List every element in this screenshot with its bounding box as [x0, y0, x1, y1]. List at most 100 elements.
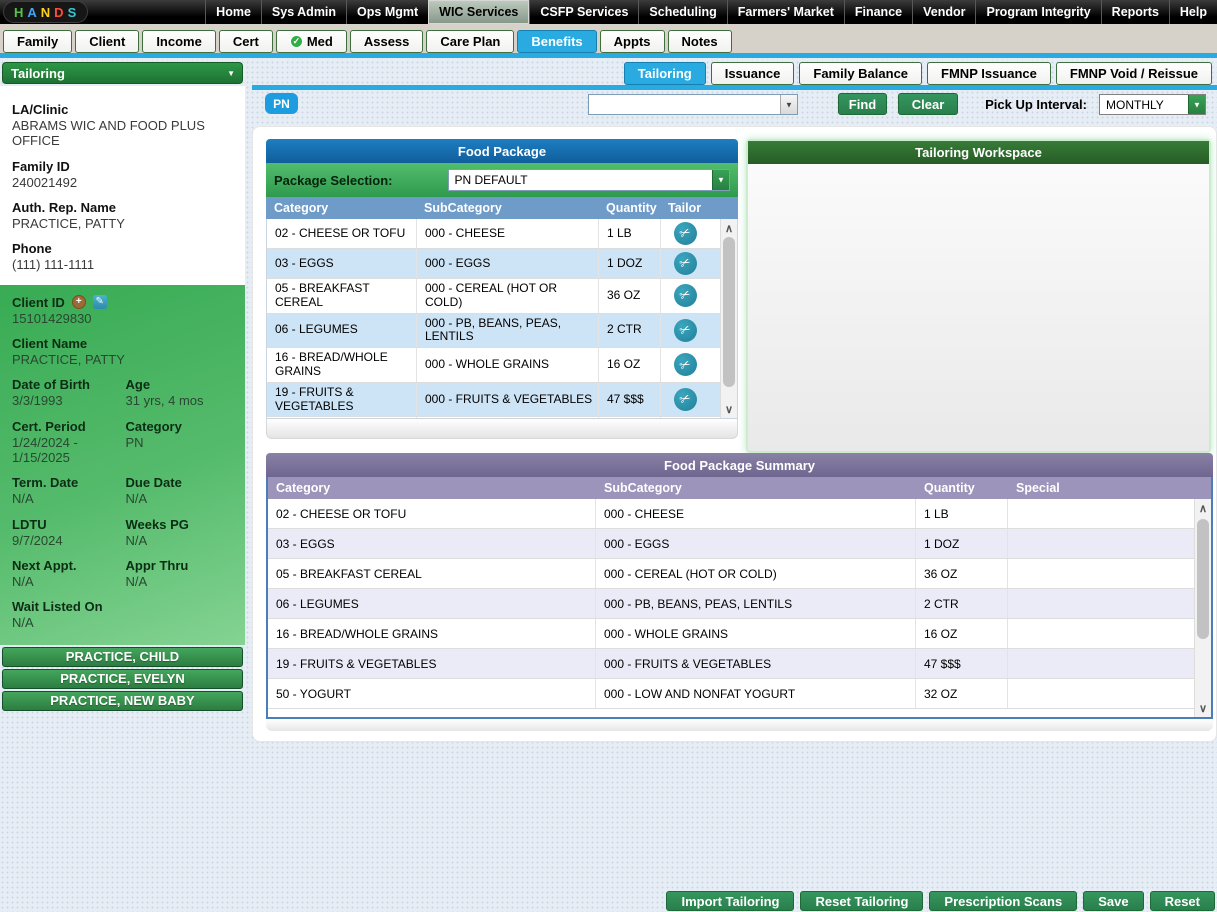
- client-field-label: LDTU: [12, 517, 120, 532]
- client-field: Category PN: [126, 419, 234, 466]
- main-tab-label: Cert: [233, 34, 259, 49]
- main-tab[interactable]: Care Plan: [426, 30, 514, 53]
- food-package-row[interactable]: 16 - BREAD/WHOLE GRAINS 000 - WHOLE GRAI…: [267, 348, 720, 383]
- main-tab[interactable]: Family: [3, 30, 72, 53]
- scroll-up-icon[interactable]: [1195, 500, 1211, 516]
- column-header-subcategory: SubCategory: [596, 481, 916, 495]
- family-member-button[interactable]: PRACTICE, EVELYN: [2, 669, 243, 689]
- med-badge-icon[interactable]: [72, 295, 86, 309]
- top-nav-item[interactable]: Finance: [844, 0, 912, 24]
- footer-action-button[interactable]: Reset Tailoring: [800, 891, 923, 911]
- family-member-button[interactable]: PRACTICE, NEW BABY: [2, 691, 243, 711]
- benefits-tab[interactable]: FMNP Void / Reissue: [1056, 62, 1212, 85]
- client-field-label: Age: [126, 377, 234, 392]
- food-package-row[interactable]: 19 - FRUITS & VEGETABLES 000 - FRUITS & …: [267, 383, 720, 418]
- tailor-scissors-button[interactable]: [674, 284, 697, 307]
- tailor-scissors-button[interactable]: [674, 319, 697, 342]
- package-selection-dropdown[interactable]: PN DEFAULT: [448, 169, 731, 191]
- footer-action-button[interactable]: Prescription Scans: [929, 891, 1077, 911]
- main-tab[interactable]: Assess: [350, 30, 424, 53]
- tailor-scissors-button[interactable]: [674, 353, 697, 376]
- footer-action-button[interactable]: Save: [1083, 891, 1143, 911]
- main-tab[interactable]: Benefits: [517, 30, 596, 53]
- food-package-table: 02 - CHEESE OR TOFU 000 - CHEESE 1 LB 03…: [266, 219, 738, 419]
- info-field-label: Family ID: [12, 159, 233, 174]
- summary-row[interactable]: 06 - LEGUMES 000 - PB, BEANS, PEAS, LENT…: [268, 589, 1194, 619]
- food-package-row[interactable]: 06 - LEGUMES 000 - PB, BEANS, PEAS, LENT…: [267, 314, 720, 349]
- main-tab[interactable]: Med: [276, 30, 347, 53]
- food-package-row[interactable]: 50 - YOGURT 000 - LOW AND NONFAT YOGURT …: [267, 417, 720, 419]
- footer-action-button[interactable]: Reset: [1150, 891, 1215, 911]
- summary-hscrollbar[interactable]: [266, 719, 1213, 731]
- scroll-down-icon[interactable]: [1195, 700, 1211, 716]
- summary-scrollbar[interactable]: [1194, 499, 1211, 717]
- top-nav-item[interactable]: CSFP Services: [529, 0, 638, 24]
- scrollbar-thumb[interactable]: [723, 237, 735, 387]
- summary-row[interactable]: 03 - EGGS 000 - EGGS 1 DOZ: [268, 529, 1194, 559]
- top-nav-item[interactable]: Sys Admin: [261, 0, 346, 24]
- package-selection-value: PN DEFAULT: [455, 173, 528, 187]
- footer-action-button[interactable]: Import Tailoring: [666, 891, 794, 911]
- find-button[interactable]: Find: [838, 93, 887, 115]
- client-field: Date of Birth 3/3/1993: [12, 377, 120, 408]
- client-field-value: 1/24/2024 - 1/15/2025: [12, 435, 120, 466]
- pickup-interval-dropdown[interactable]: MONTHLY: [1099, 94, 1206, 115]
- top-nav-item[interactable]: Program Integrity: [975, 0, 1100, 24]
- client-field-label: Due Date: [126, 475, 234, 490]
- chevron-down-icon[interactable]: [712, 170, 729, 190]
- main-tab[interactable]: Appts: [600, 30, 665, 53]
- food-package-row[interactable]: 03 - EGGS 000 - EGGS 1 DOZ: [267, 249, 720, 279]
- client-field-value: 3/3/1993: [12, 393, 120, 408]
- top-nav-item[interactable]: Help: [1169, 0, 1217, 24]
- top-nav-item[interactable]: WIC Services: [428, 0, 529, 24]
- tailor-scissors-button[interactable]: [674, 252, 697, 275]
- food-package-row[interactable]: 05 - BREAKFAST CEREAL 000 - CEREAL (HOT …: [267, 279, 720, 314]
- info-field: LA/Clinic ABRAMS WIC AND FOOD PLUS OFFIC…: [12, 102, 233, 149]
- cell-category: 50 - YOGURT: [267, 417, 417, 419]
- family-member-button[interactable]: PRACTICE, CHILD: [2, 647, 243, 667]
- clear-button[interactable]: Clear: [898, 93, 958, 115]
- top-nav-item[interactable]: Vendor: [912, 0, 975, 24]
- top-nav-item[interactable]: Scheduling: [638, 0, 726, 24]
- cell-special: [1008, 679, 1194, 708]
- top-nav-item[interactable]: Ops Mgmt: [346, 0, 428, 24]
- category-badge[interactable]: PN: [265, 93, 298, 114]
- scroll-down-icon[interactable]: [721, 401, 737, 417]
- summary-row[interactable]: 50 - YOGURT 000 - LOW AND NONFAT YOGURT …: [268, 679, 1194, 709]
- benefits-tab[interactable]: Tailoring: [624, 62, 706, 85]
- benefits-tab[interactable]: FMNP Issuance: [927, 62, 1051, 85]
- tailor-scissors-button[interactable]: [674, 388, 697, 411]
- scroll-up-icon[interactable]: [721, 220, 737, 236]
- chevron-down-icon[interactable]: [1188, 95, 1205, 114]
- main-tab[interactable]: Client: [75, 30, 139, 53]
- summary-row[interactable]: 16 - BREAD/WHOLE GRAINS 000 - WHOLE GRAI…: [268, 619, 1194, 649]
- client-name-label: Client Name: [12, 336, 233, 351]
- info-field-value: 240021492: [12, 175, 233, 190]
- top-nav-item[interactable]: Farmers' Market: [727, 0, 844, 24]
- column-header-category: Category: [268, 481, 596, 495]
- summary-row[interactable]: 05 - BREAKFAST CEREAL 000 - CEREAL (HOT …: [268, 559, 1194, 589]
- top-nav-item[interactable]: Home: [205, 0, 261, 24]
- cell-subcategory: 000 - WHOLE GRAINS: [596, 619, 916, 648]
- summary-row[interactable]: 02 - CHEESE OR TOFU 000 - CHEESE 1 LB: [268, 499, 1194, 529]
- client-field-label: Wait Listed On: [12, 599, 233, 614]
- main-tab[interactable]: Income: [142, 30, 216, 53]
- tailor-scissors-button[interactable]: [674, 222, 697, 245]
- summary-row[interactable]: 19 - FRUITS & VEGETABLES 000 - FRUITS & …: [268, 649, 1194, 679]
- main-tab[interactable]: Notes: [668, 30, 732, 53]
- cell-subcategory: 000 - WHOLE GRAINS: [417, 348, 599, 382]
- main-tab[interactable]: Cert: [219, 30, 273, 53]
- edit-client-icon[interactable]: [93, 295, 107, 309]
- benefits-tab[interactable]: Issuance: [711, 62, 795, 85]
- food-package-hscrollbar[interactable]: [266, 419, 738, 439]
- chevron-down-icon[interactable]: [780, 95, 797, 114]
- client-name-value: PRACTICE, PATTY: [12, 352, 233, 367]
- package-selection-label: Package Selection:: [274, 173, 393, 188]
- top-nav-item[interactable]: Reports: [1101, 0, 1169, 24]
- benefits-tab[interactable]: Family Balance: [799, 62, 922, 85]
- scrollbar-thumb[interactable]: [1197, 519, 1209, 639]
- food-package-row[interactable]: 02 - CHEESE OR TOFU 000 - CHEESE 1 LB: [267, 219, 720, 249]
- module-selector-dropdown[interactable]: Tailoring: [2, 62, 243, 84]
- package-search-dropdown[interactable]: [588, 94, 798, 115]
- food-package-scrollbar[interactable]: [720, 219, 737, 418]
